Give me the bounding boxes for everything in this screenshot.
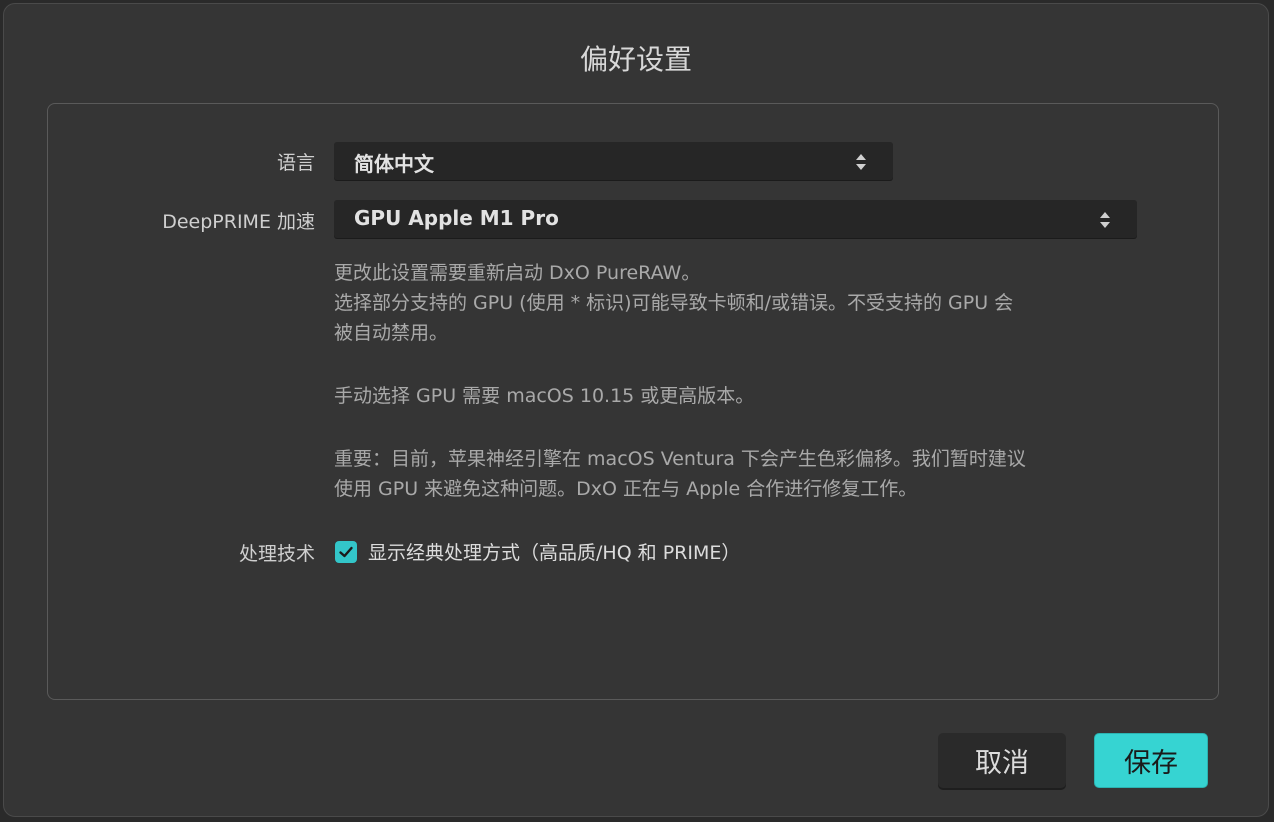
- classic-processing-checkbox[interactable]: [335, 541, 357, 563]
- info-text-restart: 更改此设置需要重新启动 DxO PureRAW。: [334, 262, 701, 284]
- language-label: 语言: [276, 152, 315, 174]
- up-down-chevron-icon: [1100, 212, 1110, 228]
- info-text-gpu-warning: 选择部分支持的 GPU (使用 * 标识)可能导致卡顿和/或错误。不受支持的 G…: [334, 292, 1014, 314]
- processing-label: 处理技术: [238, 543, 315, 565]
- save-button[interactable]: 保存: [1094, 733, 1208, 788]
- dialog-title: 偏好设置: [579, 43, 692, 76]
- info-text-macos-requirement: 手动选择 GPU 需要 macOS 10.15 或更高版本。: [334, 385, 755, 407]
- preferences-dialog: 偏好设置 语言 简体中文 DeepPRIME 加速 GPU Apple M1 P…: [3, 3, 1269, 817]
- info-text-ventura-notice-cont: 使用 GPU 来避免这种问题。DxO 正在与 Apple 合作进行修复工作。: [334, 478, 918, 500]
- deepprime-label: DeepPRIME 加速: [162, 211, 315, 233]
- checkmark-icon: [339, 546, 353, 558]
- up-down-chevron-icon: [856, 154, 866, 170]
- classic-processing-label[interactable]: 显示经典处理方式（高品质/HQ 和 PRIME）: [368, 538, 740, 565]
- deepprime-select-value: GPU Apple M1 Pro: [354, 206, 559, 230]
- language-select-value: 简体中文: [354, 152, 434, 176]
- deepprime-select[interactable]: GPU Apple M1 Pro: [334, 200, 1137, 238]
- info-text-ventura-notice: 重要：目前，苹果神经引擎在 macOS Ventura 下会产生色彩偏移。我们暂…: [334, 448, 1026, 470]
- language-select[interactable]: 简体中文: [334, 142, 893, 180]
- info-text-gpu-warning-cont: 被自动禁用。: [334, 322, 449, 344]
- settings-panel: 语言 简体中文 DeepPRIME 加速 GPU Apple M1 Pro 更改…: [47, 103, 1219, 700]
- cancel-button[interactable]: 取消: [938, 733, 1066, 788]
